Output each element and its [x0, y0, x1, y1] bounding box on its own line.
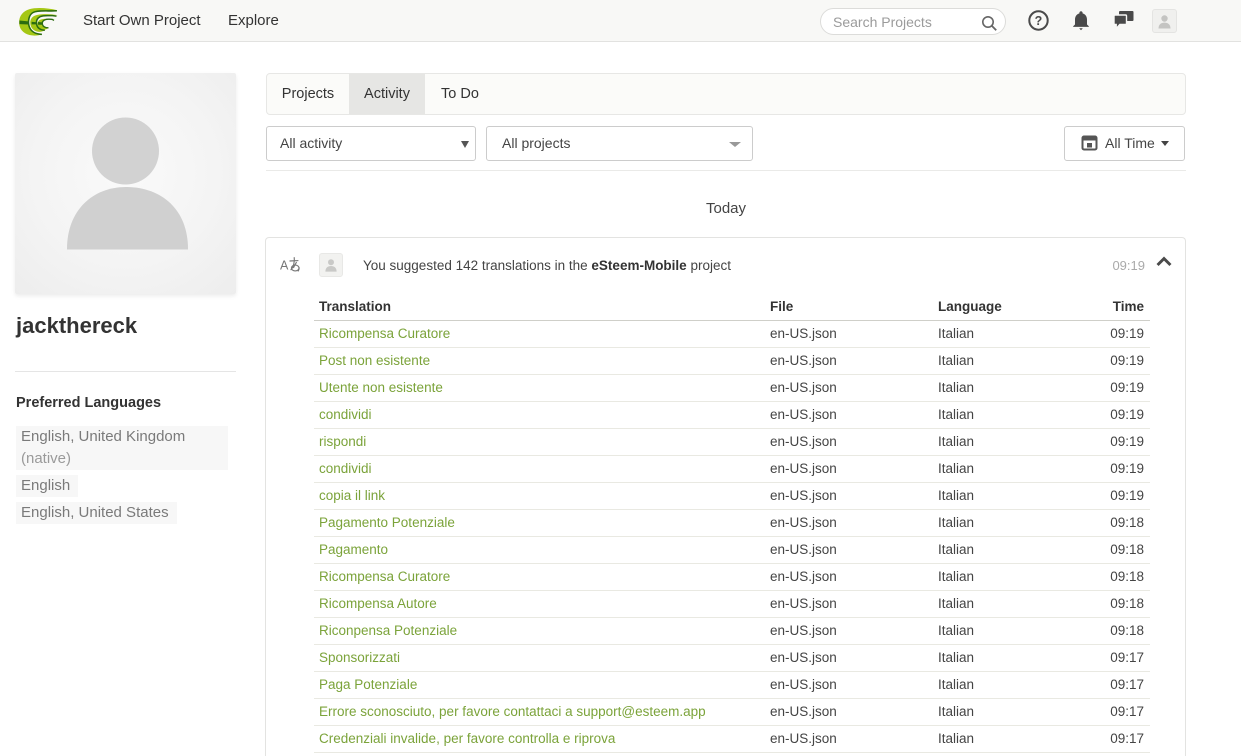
svg-text:?: ? [1035, 14, 1043, 28]
svg-text:A: A [280, 259, 289, 273]
